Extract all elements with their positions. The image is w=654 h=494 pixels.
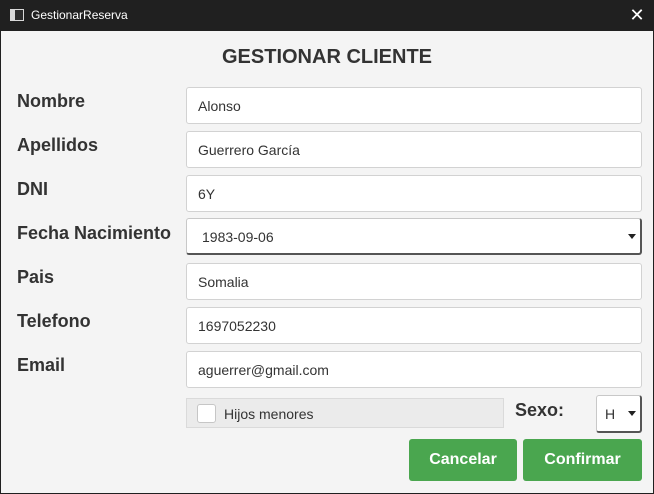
email-label: Email — [17, 355, 66, 375]
fecha-nacimiento-label: Fecha Nacimiento — [17, 223, 172, 243]
fecha-nacimiento-value: 1983-09-06 — [202, 229, 274, 245]
chevron-down-icon — [628, 234, 636, 239]
apellidos-field[interactable] — [186, 131, 642, 168]
dialog-body: GESTIONAR CLIENTE Nombre Apellidos DNI F… — [1, 31, 653, 493]
sexo-label: Sexo: — [515, 400, 565, 420]
telefono-label: Telefono — [17, 311, 91, 331]
app-window-icon — [10, 9, 24, 21]
chevron-down-icon — [628, 411, 636, 416]
nombre-label: Nombre — [17, 91, 86, 111]
dni-field[interactable] — [186, 175, 642, 212]
fecha-nacimiento-dropdown[interactable]: 1983-09-06 — [186, 218, 642, 255]
sexo-value: H — [605, 406, 616, 422]
pais-label: Pais — [17, 267, 55, 287]
pais-field[interactable] — [186, 263, 642, 300]
close-icon[interactable]: ✕ — [622, 2, 652, 29]
hijos-menores-checkbox-row[interactable]: Hijos menores — [186, 398, 504, 428]
nombre-field[interactable] — [186, 87, 642, 124]
dni-label: DNI — [17, 179, 48, 199]
telefono-field[interactable] — [186, 307, 642, 344]
email-field[interactable] — [186, 351, 642, 388]
page-title: GESTIONAR CLIENTE — [221, 46, 432, 68]
hijos-menores-label: Hijos menores — [224, 406, 314, 422]
confirm-button[interactable]: Confirmar — [523, 439, 642, 481]
sexo-dropdown[interactable]: H — [596, 395, 642, 433]
window-title: GestionarReserva — [31, 8, 128, 22]
apellidos-label: Apellidos — [17, 135, 99, 155]
window-titlebar: GestionarReserva ✕ — [0, 0, 654, 31]
cancel-button[interactable]: Cancelar — [409, 439, 517, 481]
hijos-menores-checkbox[interactable] — [197, 404, 216, 423]
